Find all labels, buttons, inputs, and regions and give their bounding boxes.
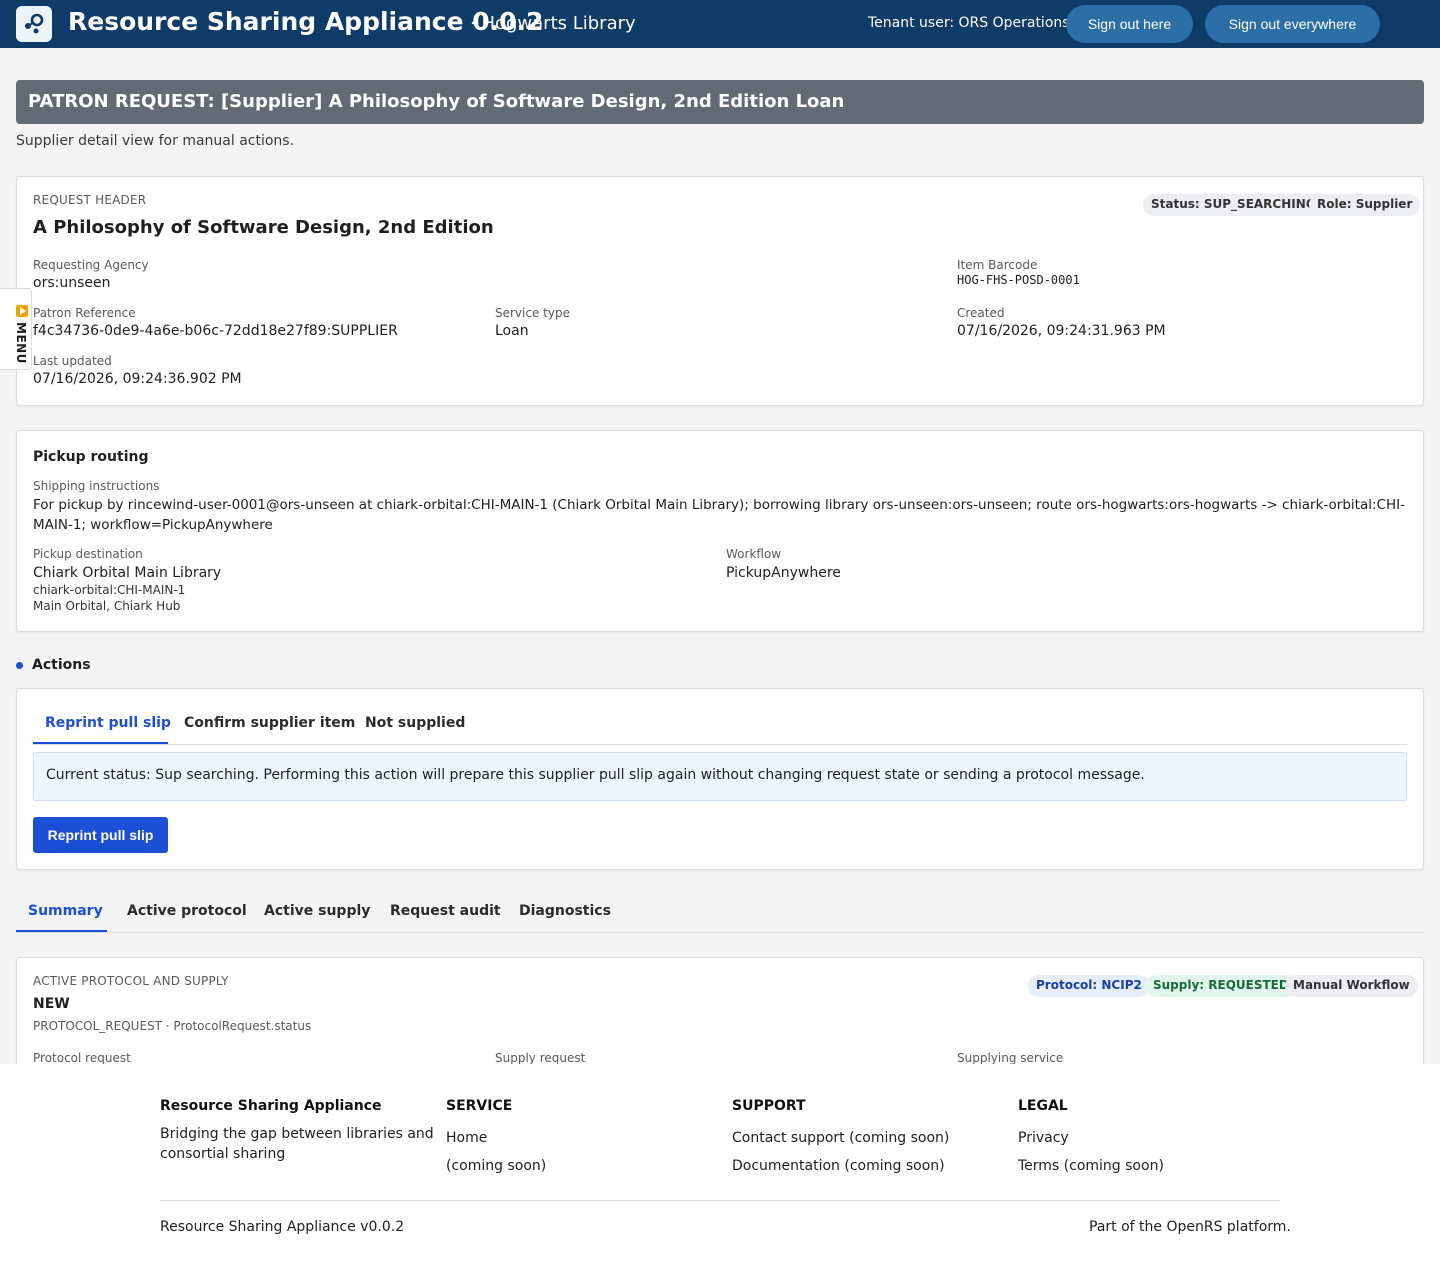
- tab-active-protocol[interactable]: Active protocol: [127, 903, 247, 919]
- tab-confirm-supplier-item[interactable]: Confirm supplier item: [184, 715, 355, 731]
- pickup-routing-card: Pickup routing Shipping instructions For…: [16, 430, 1424, 632]
- footer-version: Resource Sharing Appliance v0.0.2: [160, 1219, 405, 1235]
- page-subtitle: Supplier detail view for manual actions.: [16, 133, 295, 149]
- summary-state: NEW: [33, 996, 70, 1012]
- supplying-service-label: Supplying service: [957, 1051, 1064, 1065]
- request-title: A Philosophy of Software Design, 2nd Edi…: [33, 217, 494, 238]
- role-badge: Role: Supplier: [1309, 194, 1421, 216]
- footer-link-privacy[interactable]: Privacy: [1018, 1130, 1069, 1146]
- play-icon: [16, 305, 28, 317]
- footer-support-title: SUPPORT: [732, 1098, 806, 1114]
- shipping-label: Shipping instructions: [33, 479, 160, 493]
- footer-legal-title: LEGAL: [1018, 1098, 1068, 1114]
- tab-summary[interactable]: Summary: [28, 903, 103, 919]
- footer-link-terms[interactable]: Terms (coming soon): [1018, 1158, 1164, 1174]
- footer-tagline-line2: consortial sharing: [160, 1146, 286, 1162]
- patron-reference-label: Patron Reference: [33, 306, 136, 320]
- destination-label: Pickup destination: [33, 547, 143, 561]
- last-updated-value: 07/16/2026, 09:24:36.902 PM: [33, 371, 242, 387]
- section-label: REQUEST HEADER: [33, 193, 147, 207]
- workflow-value: PickupAnywhere: [726, 565, 841, 581]
- reprint-pull-slip-button[interactable]: Reprint pull slip: [33, 817, 168, 853]
- footer-brand: Resource Sharing Appliance: [160, 1098, 382, 1114]
- footer: Resource Sharing Appliance Bridging the …: [0, 1064, 1440, 1270]
- created-label: Created: [957, 306, 1005, 320]
- footer-link-contact-support[interactable]: Contact support (coming soon): [732, 1130, 949, 1146]
- tenant-name: · Hogwarts Library: [470, 13, 636, 34]
- actions-card: Reprint pull slip Confirm supplier item …: [16, 688, 1424, 870]
- shipping-instructions-line1: For pickup by rincewind-user-0001@ors-un…: [33, 497, 1405, 513]
- summary-section-label: ACTIVE PROTOCOL AND SUPPLY: [33, 974, 229, 988]
- destination-address: Main Orbital, Chiark Hub: [33, 599, 181, 613]
- requesting-agency-label: Requesting Agency: [33, 258, 149, 272]
- created-value: 07/16/2026, 09:24:31.963 PM: [957, 323, 1166, 339]
- tab-divider: [33, 744, 1407, 745]
- footer-divider: [160, 1200, 1280, 1201]
- protocol-badge: Protocol: NCIP2: [1028, 975, 1150, 997]
- destination-name: Chiark Orbital Main Library: [33, 565, 222, 581]
- patron-reference-value: f4c34736-0de9-4a6e-b06c-72dd18e27f89:SUP…: [33, 323, 398, 339]
- tab-active-supply[interactable]: Active supply: [264, 903, 370, 919]
- tab-reprint-pull-slip[interactable]: Reprint pull slip: [45, 715, 171, 731]
- status-badge: Status: SUP_SEARCHING: [1143, 194, 1324, 216]
- requesting-agency-value: ors:unseen: [33, 275, 111, 291]
- sign-out-here-button[interactable]: Sign out here: [1066, 5, 1193, 43]
- sign-out-everywhere-button[interactable]: Sign out everywhere: [1205, 5, 1380, 43]
- workflow-badge: Manual Workflow: [1285, 975, 1418, 997]
- protocol-request-label: Protocol request: [33, 1051, 131, 1065]
- request-header-card: REQUEST HEADER A Philosophy of Software …: [16, 176, 1424, 406]
- footer-platform: Part of the OpenRS platform.: [1089, 1219, 1291, 1235]
- destination-code: chiark-orbital:CHI-MAIN-1: [33, 583, 186, 597]
- summary-source: PROTOCOL_REQUEST · ProtocolRequest.statu…: [33, 1019, 312, 1033]
- supply-badge: Supply: REQUESTED: [1145, 975, 1297, 997]
- menu-label[interactable]: MENU: [14, 322, 28, 364]
- supply-request-label: Supply request: [495, 1051, 586, 1065]
- footer-link-coming-soon[interactable]: (coming soon): [446, 1158, 546, 1174]
- tenant-user: Tenant user: ORS Operations: [868, 15, 1070, 31]
- active-tab-indicator: [33, 742, 168, 744]
- shipping-instructions-line2: MAIN-1; workflow=PickupAnywhere: [33, 517, 273, 533]
- footer-service-title: SERVICE: [446, 1098, 513, 1114]
- share-nodes-icon: [25, 13, 44, 34]
- footer-link-home[interactable]: Home: [446, 1130, 487, 1146]
- actions-heading: Actions: [32, 657, 91, 673]
- service-type-label: Service type: [495, 306, 570, 320]
- tab-diagnostics[interactable]: Diagnostics: [519, 903, 611, 919]
- detail-tab-divider: [16, 932, 1424, 933]
- actions-dot-icon: [16, 662, 23, 669]
- last-updated-label: Last updated: [33, 354, 112, 368]
- footer-tagline-line1: Bridging the gap between libraries and: [160, 1126, 434, 1142]
- app-logo[interactable]: [16, 6, 52, 42]
- summary-card: ACTIVE PROTOCOL AND SUPPLY NEW PROTOCOL_…: [16, 957, 1424, 1077]
- page-title: PATRON REQUEST: [Supplier] A Philosophy …: [16, 80, 1424, 124]
- workflow-label: Workflow: [726, 547, 782, 561]
- status-notice: Current status: Sup searching. Performin…: [33, 752, 1407, 801]
- top-bar: Resource Sharing Appliance 0.0.2 · Hogwa…: [0, 0, 1440, 48]
- service-type-value: Loan: [495, 323, 529, 339]
- tab-not-supplied[interactable]: Not supplied: [365, 715, 465, 731]
- footer-link-documentation[interactable]: Documentation (coming soon): [732, 1158, 945, 1174]
- item-barcode-value: HOG-FHS-POSD-0001: [957, 273, 1080, 287]
- item-barcode-label: Item Barcode: [957, 258, 1038, 272]
- pickup-title: Pickup routing: [33, 449, 149, 465]
- tab-request-audit[interactable]: Request audit: [390, 903, 501, 919]
- detail-active-tab-indicator: [16, 930, 107, 932]
